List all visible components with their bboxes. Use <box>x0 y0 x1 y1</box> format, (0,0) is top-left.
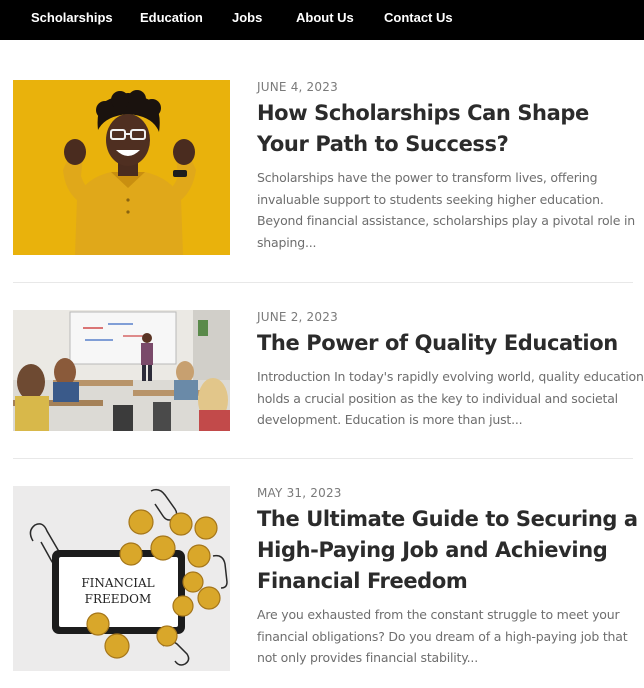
nav-item-jobs[interactable]: Jobs <box>232 0 262 36</box>
top-navigation: Scholarships Education Jobs About Us Con… <box>0 0 644 40</box>
post-card: JUNE 4, 2023 How Scholarships Can Shape … <box>13 80 644 256</box>
classroom-image <box>13 310 230 431</box>
post-date: JUNE 4, 2023 <box>257 80 338 94</box>
post-thumbnail-classroom[interactable] <box>13 310 230 431</box>
tablet-line-2: FREEDOM <box>85 592 152 606</box>
post-date: JUNE 2, 2023 <box>257 310 338 324</box>
post-divider <box>13 282 633 283</box>
post-thumbnail-financial-freedom[interactable]: FINANCIAL FREEDOM <box>13 486 230 671</box>
post-excerpt: Are you exhausted from the constant stru… <box>257 607 628 665</box>
nav-item-education[interactable]: Education <box>140 0 203 36</box>
post-excerpt: Scholarships have the power to transform… <box>257 170 635 250</box>
celebrating-student-image <box>13 80 230 255</box>
post-thumbnail-student[interactable] <box>13 80 230 255</box>
nav-item-scholarships[interactable]: Scholarships <box>31 0 113 36</box>
post-content: MAY 31, 2023 The Ultimate Guide to Secur… <box>257 486 644 669</box>
nav-item-contact-us[interactable]: Contact Us <box>384 0 453 36</box>
post-content: JUNE 2, 2023 The Power of Quality Educat… <box>257 310 644 431</box>
post-card: FINANCIAL FREEDOM MAY 31, 2023 The Ultim… <box>13 486 644 672</box>
post-title[interactable]: The Ultimate Guide to Securing a High-Pa… <box>257 504 644 597</box>
post-date: MAY 31, 2023 <box>257 486 342 500</box>
post-title[interactable]: The Power of Quality Education <box>257 328 644 359</box>
financial-freedom-tablet-image: FINANCIAL FREEDOM <box>13 486 230 671</box>
post-title[interactable]: How Scholarships Can Shape Your Path to … <box>257 98 644 160</box>
post-card: JUNE 2, 2023 The Power of Quality Educat… <box>13 310 644 432</box>
nav-item-about-us[interactable]: About Us <box>296 0 354 36</box>
post-content: JUNE 4, 2023 How Scholarships Can Shape … <box>257 80 644 253</box>
post-divider <box>13 458 633 459</box>
tablet-line-1: FINANCIAL <box>81 576 154 590</box>
post-excerpt: Introduction In today's rapidly evolving… <box>257 369 644 427</box>
